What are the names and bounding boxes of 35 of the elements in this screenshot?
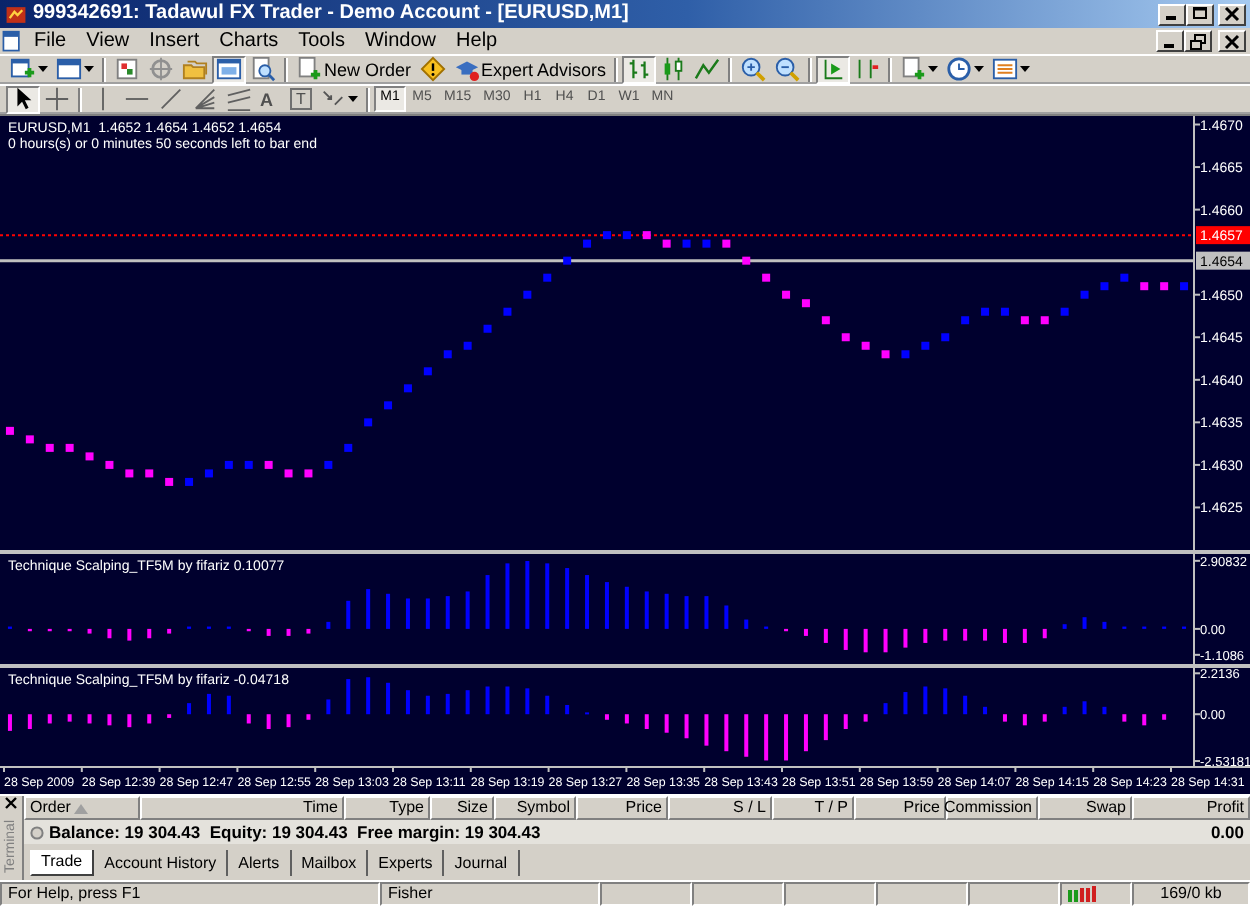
- column-header[interactable]: Size: [430, 796, 494, 820]
- column-header[interactable]: T / P: [772, 796, 854, 820]
- terminal-tab[interactable]: Account History: [94, 849, 229, 875]
- menu-item[interactable]: Help: [446, 29, 508, 53]
- menu-item[interactable]: File: [24, 29, 77, 53]
- traffic-counter: 169/0 kb: [1132, 882, 1250, 906]
- total-profit: 0.00: [1210, 820, 1244, 844]
- profile-name: Fisher: [380, 882, 600, 906]
- label-tool-button[interactable]: T: [286, 85, 316, 113]
- column-header[interactable]: S / L: [668, 796, 772, 820]
- account-summary: Balance: 19 304.43 Equity: 19 304.43 Free margin: 19 304.43: [49, 820, 541, 844]
- terminal-tab[interactable]: Alerts: [228, 849, 292, 875]
- column-header[interactable]: Order: [24, 796, 140, 820]
- column-header[interactable]: Commission: [946, 796, 1038, 820]
- menu-item[interactable]: Window: [354, 29, 447, 53]
- text-tool-button[interactable]: A: [256, 85, 286, 113]
- column-header[interactable]: Type: [344, 796, 430, 820]
- status-text: For Help, press F1: [0, 882, 380, 906]
- column-header[interactable]: Symbol: [494, 796, 576, 820]
- new-order-button[interactable]: New Order: [292, 55, 416, 83]
- column-header[interactable]: Time: [140, 796, 344, 820]
- menu-item[interactable]: View: [76, 29, 140, 53]
- terminal-tab[interactable]: Experts: [368, 849, 445, 875]
- terminal-tab[interactable]: Journal: [444, 849, 520, 875]
- terminal-tab[interactable]: Trade: [29, 849, 95, 875]
- column-header[interactable]: Price: [576, 796, 668, 820]
- menu-item[interactable]: Charts: [209, 29, 289, 53]
- window-title: 999342691: Tadawul FX Trader - Demo Account - [EURUSD,M1]: [33, 2, 629, 26]
- terminal-tab[interactable]: Mailbox: [291, 849, 369, 875]
- column-header[interactable]: Profit: [1132, 796, 1250, 820]
- column-header[interactable]: Price: [854, 796, 946, 820]
- column-header[interactable]: Swap: [1038, 796, 1132, 820]
- expert-advisors-button[interactable]: Expert Advisors: [449, 55, 611, 83]
- menu-item[interactable]: Insert: [139, 29, 210, 53]
- menu-item[interactable]: Tools: [288, 29, 355, 53]
